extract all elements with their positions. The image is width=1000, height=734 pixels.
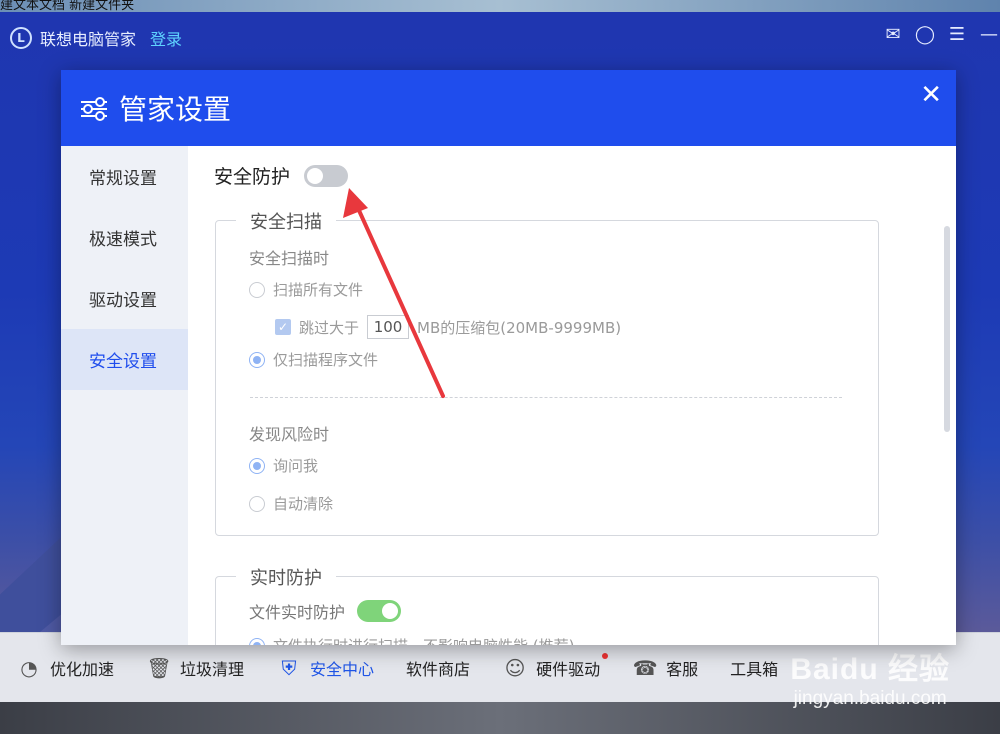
file-realtime-label: 文件实时防护 [249, 603, 346, 622]
ask-me-option[interactable]: 询问我 [249, 455, 318, 476]
nav-label: 安全中心 [310, 660, 375, 679]
minimize-icon[interactable]: — [978, 24, 1000, 45]
dialog-header: 管家设置 ✕ [61, 70, 956, 146]
headset-icon: ☎ [632, 656, 658, 680]
file-realtime-toggle[interactable] [357, 600, 402, 622]
desktop-strip: 建文本文档 新建文件夹 [0, 0, 1000, 12]
nav-label: 硬件驱动 [536, 660, 601, 679]
scan-group: 安全扫描 安全扫描时 扫描所有文件 ✓ 跳过大于 100 MB的压缩包(20MB… [215, 208, 879, 536]
shield-icon: ⛨ [281, 656, 297, 680]
realtime-group-title: 实时防护 [236, 564, 336, 590]
dialog-title: 管家设置 [81, 88, 231, 128]
sidebar-item-fast-mode[interactable]: 极速模式 [61, 207, 188, 268]
notification-badge [602, 653, 609, 659]
security-protection-row: 安全防护 [214, 162, 349, 189]
radio-button[interactable] [249, 495, 265, 512]
lenovo-logo-icon: L [10, 27, 32, 49]
sidebar-item-driver[interactable]: 驱动设置 [61, 268, 188, 329]
radio-button-checked[interactable] [249, 637, 265, 645]
radio-button[interactable] [249, 281, 265, 298]
option-label: 自动清除 [273, 495, 334, 513]
app-title-bar: L 联想电脑管家 登录 [10, 24, 182, 52]
sidebar-item-general[interactable]: 常规设置 [61, 146, 188, 207]
scan-all-option[interactable]: 扫描所有文件 [249, 279, 363, 300]
sidebar-item-security[interactable]: 安全设置 [61, 329, 188, 390]
nav-label: 客服 [666, 660, 699, 679]
divider [250, 397, 842, 398]
nav-label: 软件商店 [406, 660, 471, 679]
trash-icon: 🗑 [146, 656, 172, 680]
nav-label: 垃圾清理 [180, 660, 245, 679]
option-label: 文件执行时进行扫描，不影响电脑性能 (推荐) [273, 635, 574, 645]
hardware-icon: ☺ [504, 656, 526, 680]
scrollbar[interactable] [944, 226, 950, 432]
security-protection-label: 安全防护 [214, 166, 291, 188]
watermark-line1: Baidu 经验 [790, 653, 950, 686]
option-label: 仅扫描程序文件 [273, 351, 379, 369]
scan-program-option[interactable]: 仅扫描程序文件 [249, 349, 378, 370]
skin-icon[interactable]: ◯ [914, 24, 936, 45]
nav-label: 工具箱 [730, 660, 779, 679]
radio-button-checked[interactable] [249, 457, 265, 474]
scan-group-title: 安全扫描 [236, 208, 336, 234]
close-icon[interactable]: ✕ [920, 80, 942, 110]
exec-scan-option[interactable]: 文件执行时进行扫描，不影响电脑性能 (推荐) [249, 635, 574, 645]
login-link[interactable]: 登录 [150, 26, 182, 50]
feedback-icon[interactable]: ✉ [882, 24, 904, 45]
settings-dialog: 管家设置 ✕ 常规设置 极速模式 驱动设置 安全设置 安全防护 安全扫描 安全扫… [61, 70, 956, 645]
settings-content: 安全防护 安全扫描 安全扫描时 扫描所有文件 ✓ 跳过大于 100 MB的压缩包… [188, 146, 956, 645]
security-protection-toggle[interactable] [304, 164, 349, 187]
skip-size-input[interactable]: 100 [367, 315, 410, 339]
checkbox-checked-icon[interactable]: ✓ [275, 319, 291, 335]
file-realtime-row: 文件实时防护 [249, 599, 402, 623]
nav-label: 优化加速 [50, 660, 115, 679]
radio-button-checked[interactable] [249, 351, 265, 368]
watermark: Baidu 经验 jingyan.baidu.com [790, 644, 950, 710]
skip-archive-option[interactable]: ✓ 跳过大于 100 MB的压缩包(20MB-9999MB) [275, 315, 621, 339]
option-label: 扫描所有文件 [273, 281, 364, 299]
risk-found-label: 发现风险时 [249, 425, 330, 444]
menu-icon[interactable]: ☰ [946, 24, 968, 45]
speedometer-icon: ◔ [20, 656, 38, 680]
realtime-group: 实时防护 文件实时防护 文件执行时进行扫描，不影响电脑性能 (推荐) [215, 564, 879, 645]
settings-sidebar: 常规设置 极速模式 驱动设置 安全设置 [61, 146, 188, 645]
window-controls: ✉ ◯ ☰ — [882, 24, 1000, 45]
auto-clean-option[interactable]: 自动清除 [249, 493, 333, 514]
settings-sliders-icon [81, 95, 107, 121]
desktop-top-text: 建文本文档 新建文件夹 [0, 0, 135, 12]
option-label: 跳过大于 [299, 318, 360, 337]
dialog-title-text: 管家设置 [119, 93, 232, 126]
option-label: 询问我 [273, 457, 319, 475]
app-name: 联想电脑管家 [40, 30, 137, 49]
scan-when-label: 安全扫描时 [249, 249, 330, 268]
option-label: MB的压缩包(20MB-9999MB) [417, 318, 622, 337]
watermark-line2: jingyan.baidu.com [793, 688, 947, 709]
